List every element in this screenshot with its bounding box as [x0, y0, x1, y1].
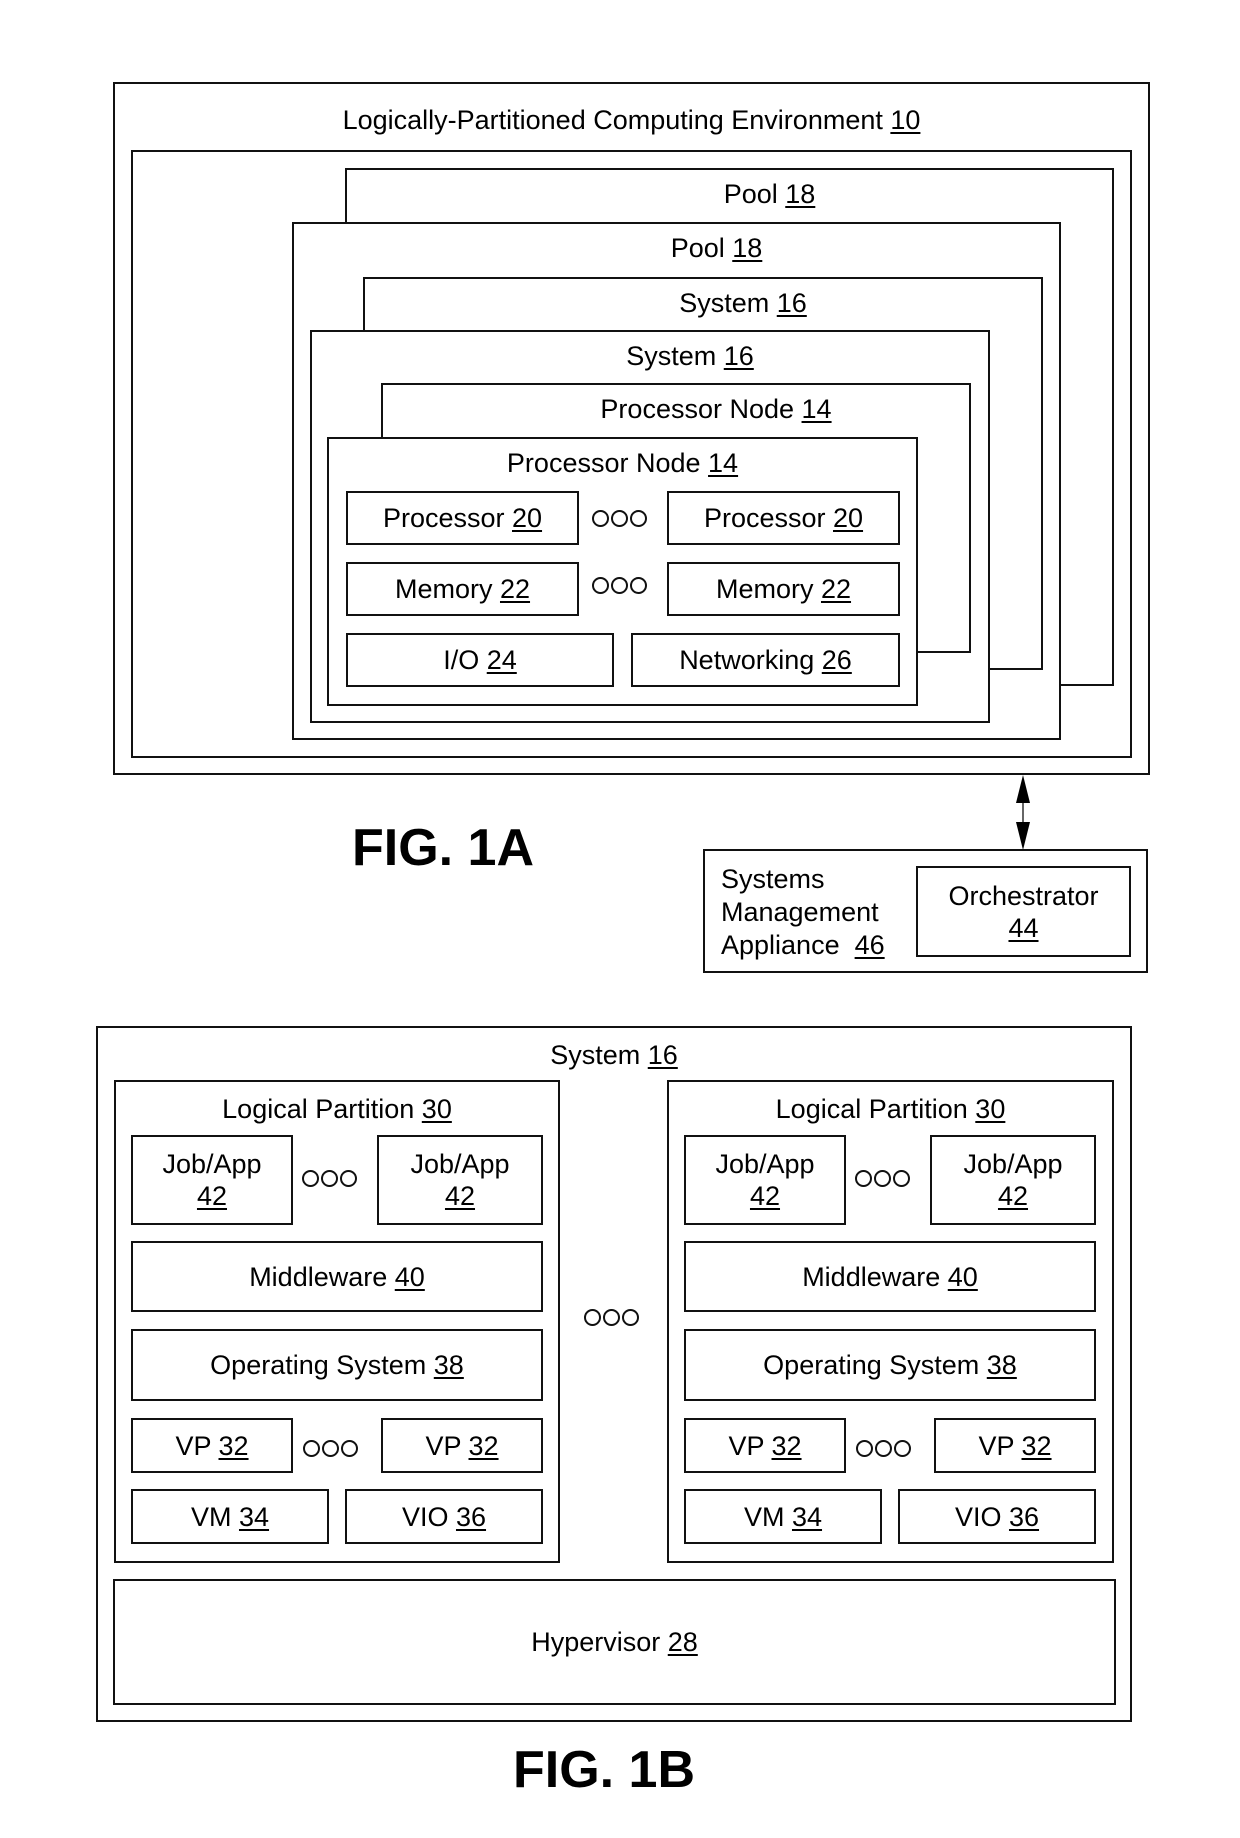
- vio-box: VIO 36: [345, 1489, 543, 1544]
- job-app-box: Job/App 42: [684, 1135, 846, 1225]
- vp-box: VP 32: [381, 1418, 543, 1473]
- processor-node-back-label: Processor Node 14: [600, 394, 832, 424]
- vp-box: VP 32: [131, 1418, 293, 1473]
- processor-node-front-label: Processor Node 14: [506, 448, 739, 478]
- operating-system-box: Operating System 38: [684, 1329, 1096, 1401]
- ellipsis-icon: [302, 1170, 357, 1187]
- middleware-box: Middleware 40: [684, 1241, 1096, 1312]
- job-app-box: Job/App 42: [377, 1135, 543, 1225]
- middleware-box: Middleware 40: [131, 1241, 543, 1312]
- job-app-box: Job/App 42: [930, 1135, 1096, 1225]
- vm-box: VM 34: [131, 1489, 329, 1544]
- system-back-label: System 16: [679, 288, 807, 318]
- appliance-label: Systems Management Appliance 46: [721, 864, 885, 960]
- hypervisor-box: Hypervisor 28: [113, 1579, 1116, 1705]
- ellipsis-icon: [855, 1170, 910, 1187]
- ellipsis-icon: [584, 1309, 639, 1326]
- figure-1a-caption: FIG. 1A: [352, 819, 535, 877]
- bidirectional-arrow-icon: [1016, 775, 1030, 850]
- memory-box: Memory 22: [667, 562, 900, 616]
- vp-box: VP 32: [684, 1418, 846, 1473]
- ellipsis-icon: [592, 510, 647, 527]
- job-app-box: Job/App 42: [131, 1135, 293, 1225]
- vio-box: VIO 36: [898, 1489, 1096, 1544]
- logical-partition-label: Logical Partition 30: [775, 1094, 1006, 1124]
- io-box: I/O 24: [346, 633, 614, 687]
- ellipsis-icon: [856, 1440, 911, 1457]
- pool-front-label: Pool 18: [670, 233, 763, 263]
- ellipsis-icon: [303, 1440, 358, 1457]
- orchestrator-box: Orchestrator 44: [916, 866, 1131, 957]
- system-front-label: System 16: [626, 341, 754, 371]
- logical-partition-label: Logical Partition 30: [222, 1094, 452, 1124]
- pool-back-label: Pool 18: [723, 179, 816, 209]
- processor-box: Processor 20: [346, 491, 579, 545]
- vp-box: VP 32: [934, 1418, 1096, 1473]
- figure-1b-caption: FIG. 1B: [513, 1741, 696, 1799]
- networking-box: Networking 26: [631, 633, 900, 687]
- ellipsis-icon: [592, 577, 647, 594]
- memory-box: Memory 22: [346, 562, 579, 616]
- computing-environment-label: Logically-Partitioned Computing Environm…: [342, 105, 921, 135]
- processor-box: Processor 20: [667, 491, 900, 545]
- operating-system-box: Operating System 38: [131, 1329, 543, 1401]
- system-label: System 16: [550, 1040, 678, 1070]
- vm-box: VM 34: [684, 1489, 882, 1544]
